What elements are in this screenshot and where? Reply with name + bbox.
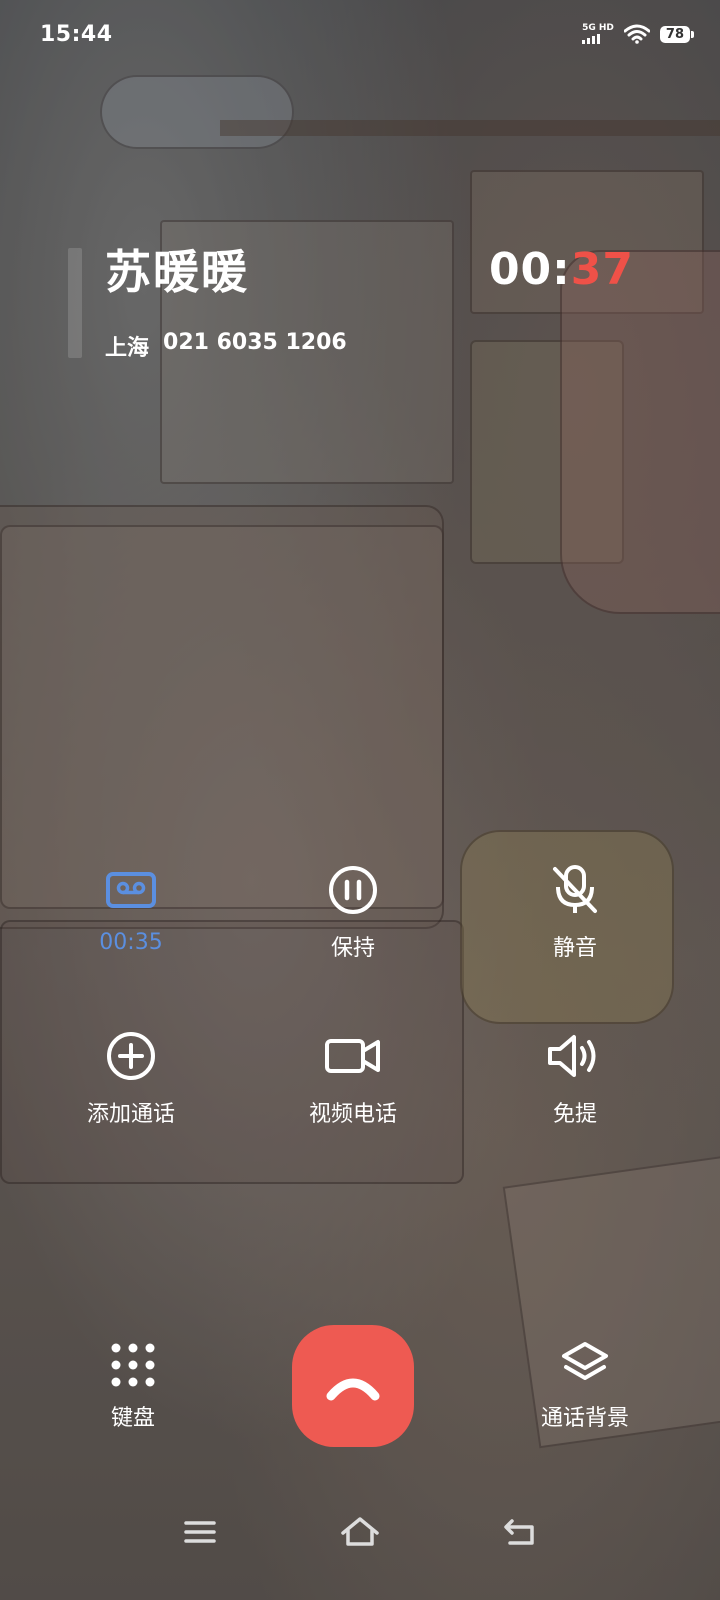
caller-number: 021 6035 1206 bbox=[163, 330, 347, 355]
call-background-button[interactable]: 通话背景 bbox=[525, 1340, 645, 1432]
wifi-icon bbox=[623, 24, 650, 44]
keypad-button[interactable]: 键盘 bbox=[88, 1340, 178, 1432]
duration-seconds: 37 bbox=[570, 244, 634, 295]
signal-icon: 5G HD bbox=[582, 24, 614, 44]
nav-menu-button[interactable] bbox=[170, 1502, 230, 1562]
caller-location: 上海 bbox=[105, 336, 150, 361]
video-call-button[interactable]: 视频电话 bbox=[258, 1026, 448, 1128]
pause-icon bbox=[323, 860, 383, 920]
status-icons: 5G HD 78 bbox=[582, 24, 695, 44]
add-call-button[interactable]: 添加通话 bbox=[36, 1026, 226, 1128]
layers-icon bbox=[562, 1342, 608, 1380]
video-call-icon bbox=[323, 1026, 383, 1086]
record-button[interactable]: 00:35 bbox=[36, 860, 226, 955]
duration-minutes: 00: bbox=[488, 244, 571, 295]
status-time: 15:44 bbox=[40, 22, 113, 47]
caller-accent-strip bbox=[68, 248, 82, 358]
add-call-label: 添加通话 bbox=[86, 1102, 175, 1127]
mute-label: 静音 bbox=[552, 936, 597, 961]
call-background-label: 通话背景 bbox=[540, 1406, 629, 1431]
caller-block: 苏暖暖 bbox=[105, 236, 249, 302]
nav-home-button[interactable] bbox=[330, 1502, 390, 1562]
speaker-label: 免提 bbox=[552, 1102, 597, 1127]
in-call-screen: 15:44 5G HD 78 苏暖暖 上海 021 6035 1206 00:3… bbox=[0, 0, 720, 1600]
hold-button[interactable]: 保持 bbox=[258, 860, 448, 962]
speaker-icon bbox=[545, 1026, 605, 1086]
keypad-label: 键盘 bbox=[110, 1406, 155, 1431]
keypad-icon bbox=[111, 1343, 155, 1387]
video-call-label: 视频电话 bbox=[308, 1102, 397, 1127]
nav-back-button[interactable] bbox=[490, 1502, 550, 1562]
hold-label: 保持 bbox=[330, 936, 375, 961]
end-call-icon bbox=[326, 1378, 380, 1401]
mute-button[interactable]: 静音 bbox=[480, 860, 670, 962]
record-label: 00:35 bbox=[99, 930, 163, 955]
back-icon bbox=[504, 1519, 534, 1545]
network-type: 5G HD bbox=[582, 23, 614, 33]
caller-details: 上海 021 6035 1206 bbox=[105, 330, 347, 362]
status-bar: 15:44 5G HD 78 bbox=[0, 0, 720, 70]
speaker-button[interactable]: 免提 bbox=[480, 1026, 670, 1128]
home-icon bbox=[341, 1517, 379, 1546]
call-duration: 00:37 bbox=[489, 244, 634, 295]
battery-icon: 78 bbox=[659, 25, 695, 43]
add-call-icon bbox=[101, 1026, 161, 1086]
menu-icon bbox=[184, 1521, 216, 1543]
navigation-bar bbox=[0, 1490, 720, 1570]
caller-name: 苏暖暖 bbox=[105, 245, 249, 299]
recording-icon bbox=[101, 860, 161, 920]
end-call-button[interactable] bbox=[292, 1325, 414, 1447]
mic-off-icon bbox=[545, 860, 605, 920]
